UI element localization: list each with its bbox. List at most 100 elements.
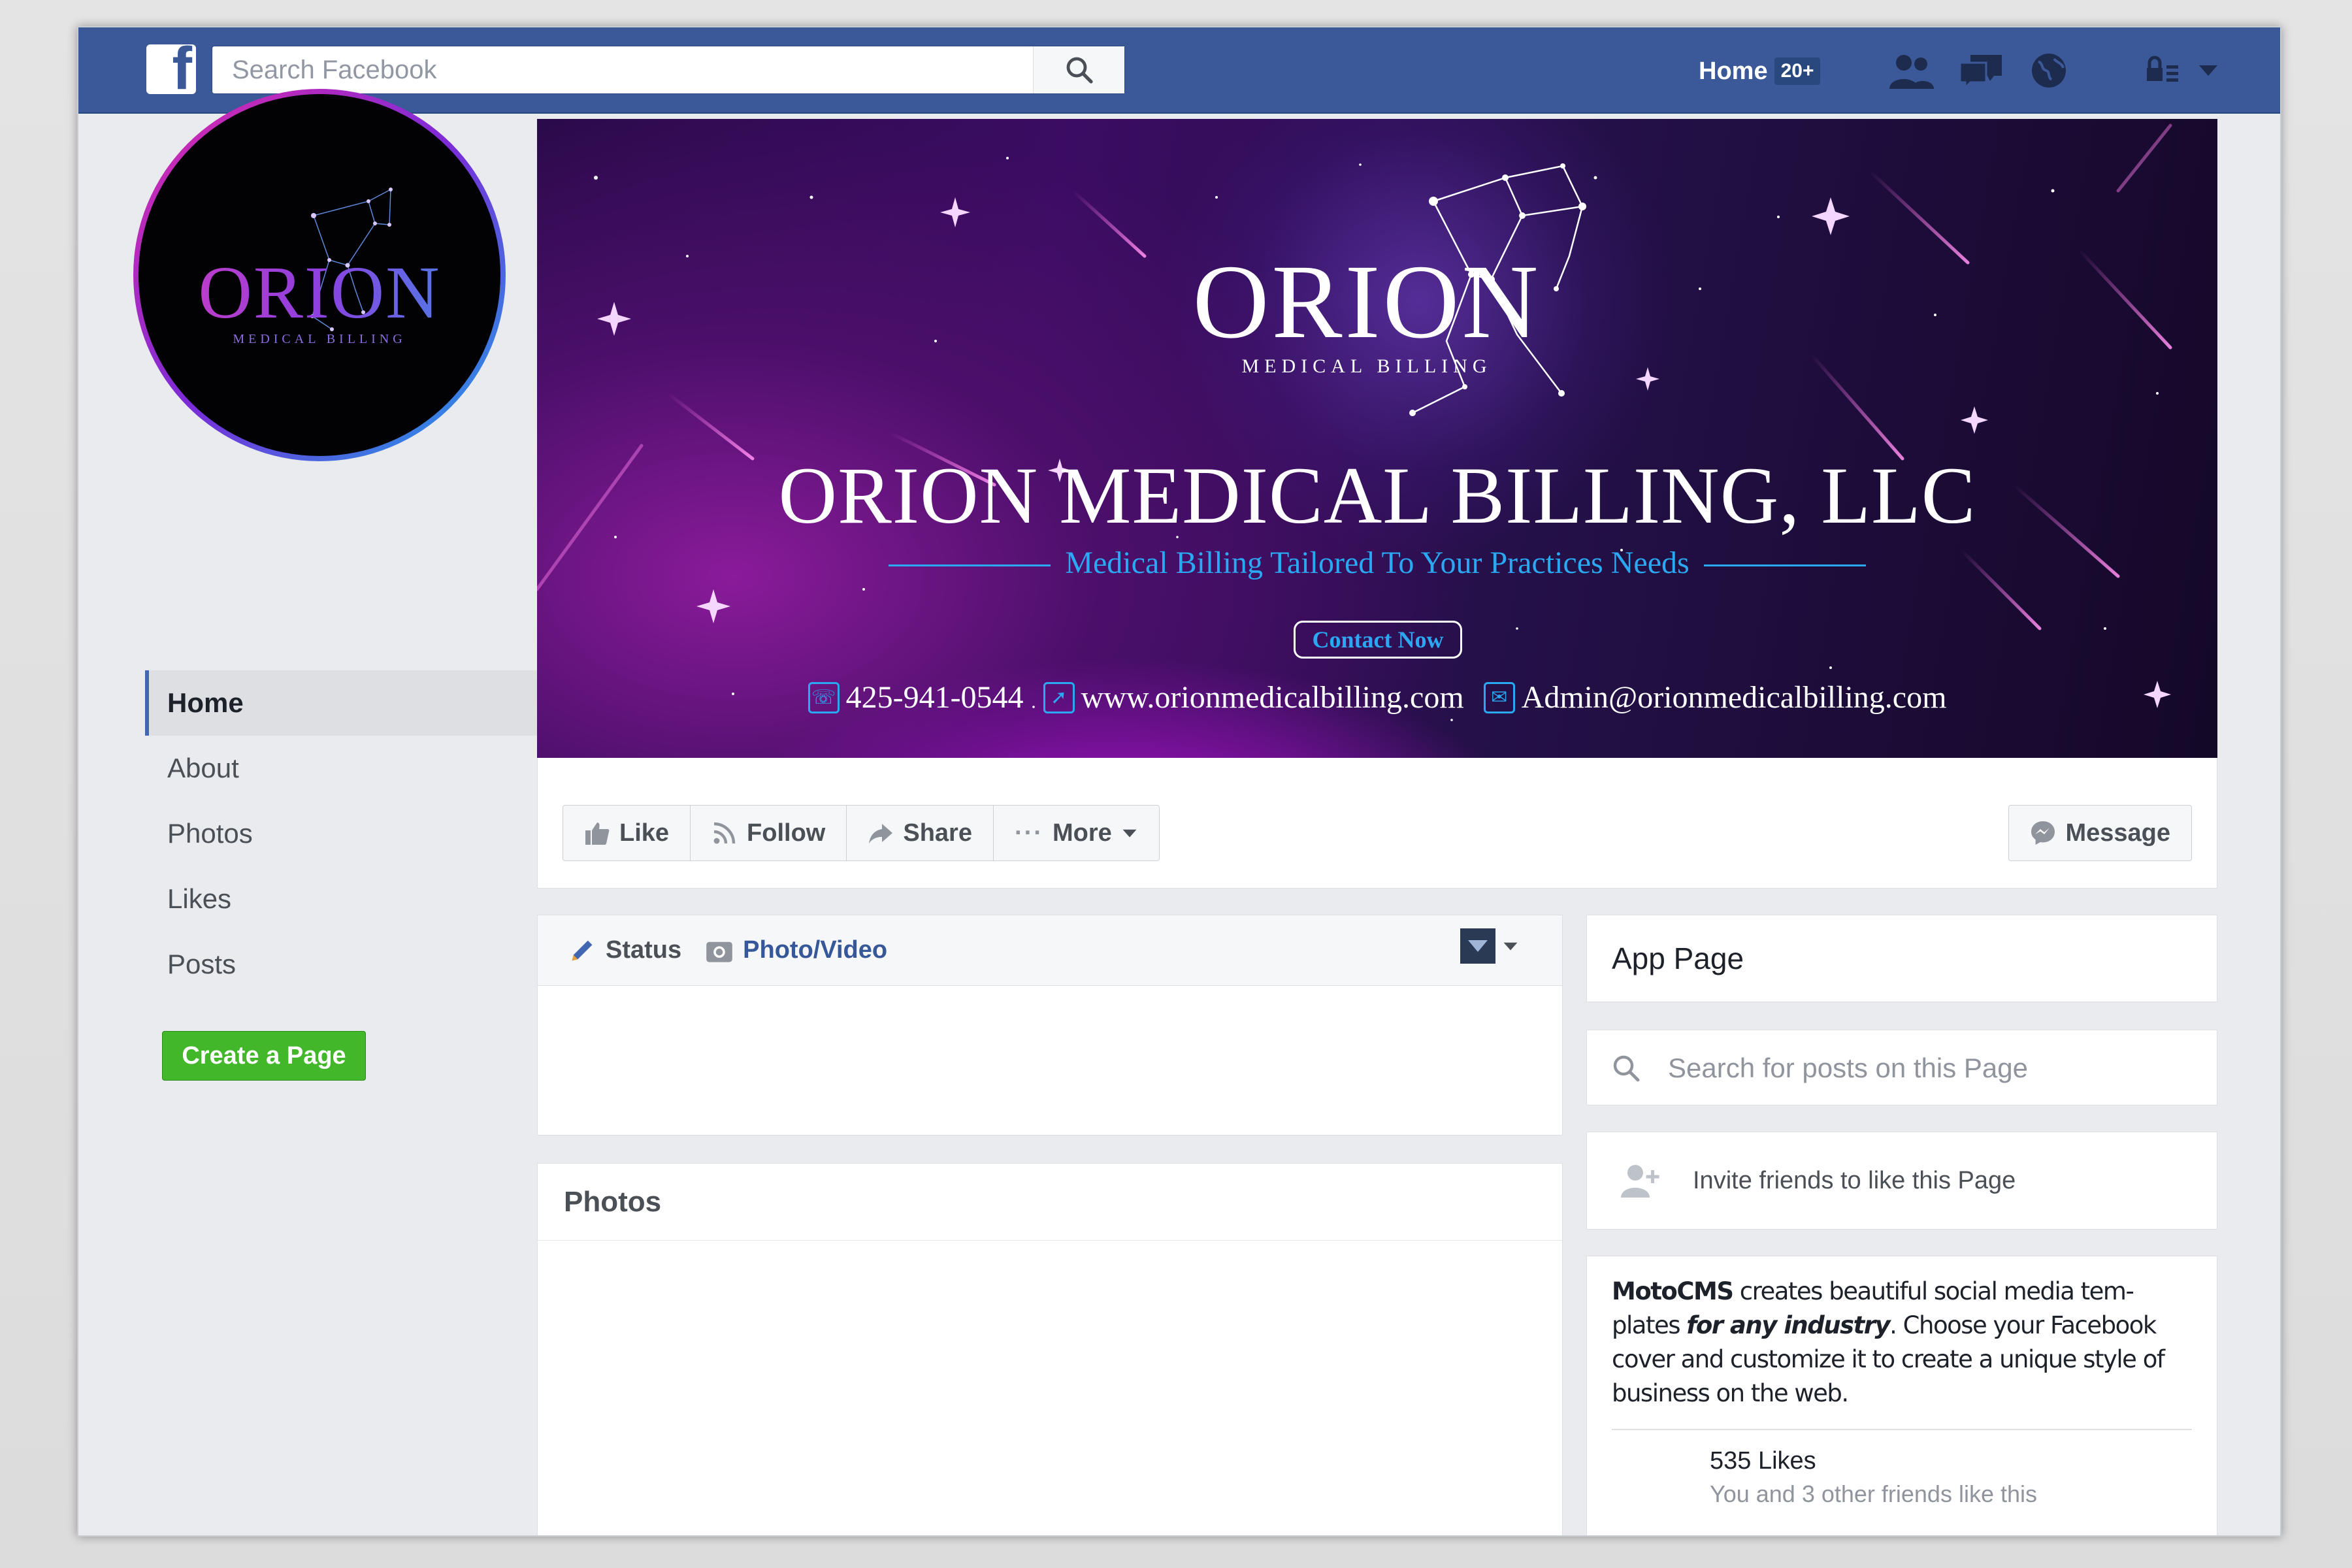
page-action-bar: Like Follow Share ··· More Message [537,758,2217,889]
post-composer: Status Photo/Video [537,915,1563,1135]
invite-friends-card[interactable]: Invite friends to like this Page [1586,1132,2217,1230]
sidebar-item-likes[interactable]: Likes [145,866,589,932]
sidebar-item-label: Home [167,687,244,718]
more-button[interactable]: ··· More [994,806,1159,860]
promo-line-3: cover and customize it to create a uniqu… [1612,1345,2165,1373]
composer-tabs: Status Photo/Video [538,915,1562,986]
create-page-button[interactable]: Create a Page [162,1031,366,1081]
app-page-label: App Page [1612,941,1744,975]
friends-like-text: You and 3 other friends like this [1710,1480,2037,1507]
like-button[interactable]: Like [563,806,691,860]
messages-icon[interactable] [1957,51,2004,90]
page-action-buttons: Like Follow Share ··· More [563,805,1160,861]
tab-status-label: Status [606,936,682,964]
page-post-search-input[interactable] [1668,1043,2191,1093]
sidebar-item-home[interactable]: Home [145,670,589,736]
sidebar-item-about[interactable]: About [145,736,589,801]
sidebar-item-posts[interactable]: Posts [145,932,589,997]
cover-tagline: Medical Billing Tailored To Your Practic… [537,545,2217,581]
sidebar-item-label: About [167,753,239,783]
cover-contact-row: ☏ 425-941-0544 ➚ www.orionmedicalbilling… [537,679,2217,715]
tab-photo-video[interactable]: Photo/Video [705,936,887,965]
promo-line-2a: plates [1612,1311,1687,1339]
cover-website: ➚ www.orionmedicalbilling.com [1043,679,1464,715]
cover-title: ORION MEDICAL BILLING, LLC [778,451,1976,540]
website-text: www.orionmedicalbilling.com [1081,680,1464,715]
page-likes-count[interactable]: 535 Likes [1710,1447,2192,1475]
search-icon [1066,57,1093,84]
page-avatar-icon [1460,928,1495,964]
profile-logo-text: ORION [139,250,500,336]
cover-email: ✉ Admin@orionmedicalbilling.com [1483,679,1947,715]
profile-logo-subtext: MEDICAL BILLING [233,332,406,346]
email-text: Admin@orionmedicalbilling.com [1521,680,1947,715]
add-friend-icon [1621,1165,1659,1198]
chevron-down-icon [1503,942,1518,951]
follow-button[interactable]: Follow [691,806,847,860]
cover-phone: ☏ 425-941-0544 [808,679,1024,715]
share-label: Share [903,819,972,847]
pencil-icon [572,940,593,960]
search-button[interactable] [1033,46,1124,93]
search-box [212,46,1125,94]
composer-audience-selector[interactable] [1460,928,1519,964]
sidebar-item-label: Posts [167,949,237,979]
sidebar-item-photos[interactable]: Photos [145,801,589,866]
app-page-card[interactable]: App Page [1586,915,2217,1002]
nav-home-label: Home [1699,57,1768,85]
message-label: Message [2065,819,2170,847]
ellipsis-icon: ··· [1014,819,1043,847]
cursor-icon: ➚ [1043,681,1075,713]
message-button[interactable]: Message [2008,805,2192,861]
facebook-logo-letter: f [172,44,192,94]
facebook-logo[interactable]: f [146,44,196,94]
share-button[interactable]: Share [847,806,994,860]
browser-window: f Home 20+ [77,26,2281,1537]
envelope-icon: ✉ [1483,681,1515,713]
photos-card: Photos [537,1163,1563,1535]
tagline-text: Medical Billing Tailored To Your Practic… [1065,546,1690,580]
profile-picture[interactable]: ORION MEDICAL BILLING [133,89,506,461]
messenger-bubble-icon [2031,821,2055,845]
cover-photo[interactable]: ORION MEDICAL BILLING ORION MEDICAL BILL… [537,119,2217,758]
promo-brand: MotoCMS [1612,1277,1734,1305]
page-post-search [1586,1030,2217,1105]
privacy-shortcuts-icon[interactable] [2143,51,2190,90]
search-icon [1613,1055,1640,1082]
thumbs-up-icon [585,823,610,845]
phone-text: 425-941-0544 [845,680,1024,715]
profile-picture-logo: ORION MEDICAL BILLING [139,94,500,456]
invite-friends-label: Invite friends to like this Page [1693,1166,2016,1194]
search-input[interactable] [212,46,1036,93]
cover-logo-text: ORION [1192,244,1541,361]
camera-icon [706,941,732,962]
chevron-down-icon [1122,829,1137,838]
account-menu-chevron-down-icon[interactable] [2195,51,2221,90]
promo-divider [1612,1429,2192,1430]
like-label: Like [619,819,670,847]
notification-count-badge: 20+ [1774,57,1821,85]
sidebar-item-label: Photos [167,818,253,849]
promo-line-2b: . Choose your Facebook [1889,1311,2157,1339]
more-label: More [1052,819,1112,847]
promo-emphasis: for any industry [1686,1311,1890,1339]
promo-text: MotoCMS creates beautiful social media t… [1612,1275,2192,1411]
nav-home-link[interactable]: Home 20+ [1699,54,1821,89]
share-arrow-icon [869,824,893,843]
page-sidebar-nav: Home About Photos Likes Posts [145,670,589,997]
tagline-left-rule [889,564,1051,567]
promo-line-1: creates beautiful social media tem- [1733,1277,2134,1305]
rss-feed-icon [713,822,736,844]
promo-line-4: business on the web. [1612,1379,1849,1407]
phone-icon: ☏ [808,681,840,713]
tagline-right-rule [1703,564,1866,567]
notifications-globe-icon[interactable] [2025,51,2072,90]
tab-status[interactable]: Status [568,936,681,965]
cover-logo-subtext: MEDICAL BILLING [1241,355,1492,377]
photos-card-title[interactable]: Photos [538,1164,1562,1241]
sidebar-item-label: Likes [167,883,232,914]
contact-now-button[interactable]: Contact Now [1294,621,1462,659]
friend-requests-icon[interactable] [1888,51,1935,90]
promo-card: MotoCMS creates beautiful social media t… [1586,1256,2217,1535]
cover-starfield [537,123,2172,721]
